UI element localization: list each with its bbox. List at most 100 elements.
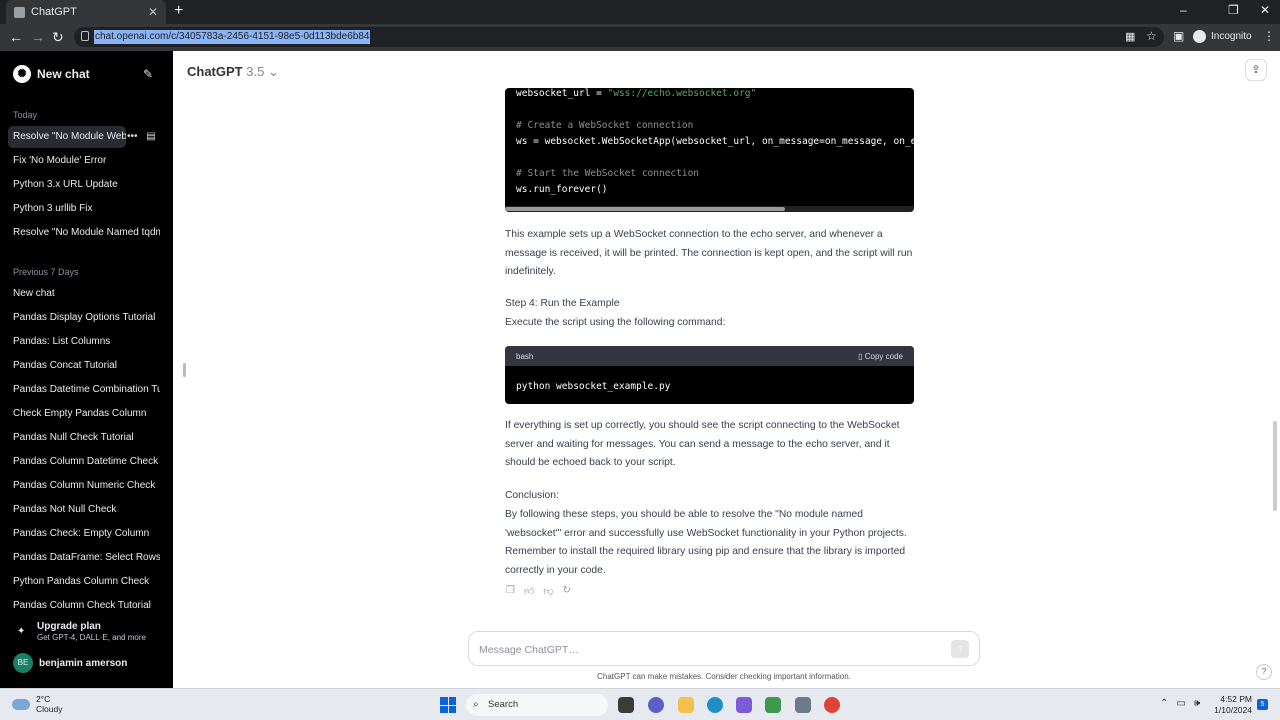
chat-item[interactable]: Check Empty Pandas Column: [8, 403, 160, 425]
chevron-up-icon[interactable]: ⌃: [1160, 698, 1168, 709]
chat-item[interactable]: Pandas: List Columns: [8, 331, 160, 353]
file-explorer-icon[interactable]: [678, 697, 694, 713]
clock[interactable]: 4:52 PM 1/10/2024: [1212, 694, 1252, 716]
network-icon[interactable]: ▭: [1176, 698, 1185, 709]
cloud-icon: [12, 698, 30, 710]
back-icon[interactable]: ←: [9, 29, 23, 45]
scrollbar-thumb[interactable]: [505, 207, 785, 211]
qr-code-icon[interactable]: ▦: [1125, 30, 1135, 43]
weather-widget[interactable]: 2°C Cloudy: [12, 694, 62, 714]
edge-icon[interactable]: [707, 697, 723, 713]
app-icon[interactable]: [736, 697, 752, 713]
chat-item[interactable]: Pandas Column Numeric Check: [8, 475, 160, 497]
search-icon: ⌕: [473, 699, 479, 710]
message-actions: ❐ 👍︎ 👎︎ ↻: [506, 585, 571, 597]
minimize-icon[interactable]: –: [1180, 3, 1187, 17]
code-line: # Start the WebSocket connection: [516, 168, 700, 179]
message-input[interactable]: [479, 642, 939, 658]
restore-icon[interactable]: ❐: [1228, 3, 1239, 17]
chrome-icon[interactable]: [824, 697, 840, 713]
send-button[interactable]: ↑: [951, 640, 969, 658]
code-line: python websocket_example.py: [516, 381, 671, 392]
browser-tab-bar: ChatGPT ✕ + – ❐ ✕: [0, 0, 1280, 24]
code-language: bash: [516, 352, 534, 361]
chat-item[interactable]: Python 3 urllib Fix: [8, 198, 160, 220]
archive-icon[interactable]: ▤: [146, 131, 155, 142]
chat-item[interactable]: Pandas Datetime Combination Tutorial: [8, 379, 160, 401]
chatgpt-favicon-icon: [14, 6, 25, 18]
system-tray: ⌃ ▭ 🕪︎: [1160, 698, 1200, 709]
chat-item[interactable]: Fix 'No Module' Error: [8, 150, 160, 172]
incognito-indicator[interactable]: Incognito: [1193, 30, 1252, 43]
conclusion-heading: Conclusion:: [505, 490, 559, 501]
chat-app-icon[interactable]: [648, 697, 664, 713]
main-panel: ChatGPT 3.5 ⌄ ⇪ websocket_url = "wss://e…: [173, 51, 1280, 688]
tab-title: ChatGPT: [31, 6, 77, 18]
close-tab-icon[interactable]: ✕: [148, 5, 158, 19]
chevron-down-icon: ⌄: [267, 64, 279, 79]
avatar: BE: [13, 653, 33, 673]
chat-item[interactable]: Pandas Not Null Check: [8, 499, 160, 521]
reload-icon[interactable]: ↻: [52, 29, 64, 46]
chat-item[interactable]: New chat: [8, 283, 160, 305]
paragraph: This example sets up a WebSocket connect…: [505, 229, 913, 278]
chat-item[interactable]: Pandas Null Check Tutorial: [8, 427, 160, 449]
url-text[interactable]: chat.openai.com/c/3405783a-2456-4151-98e…: [94, 30, 371, 44]
thumbs-down-icon[interactable]: 👎︎: [543, 585, 553, 597]
page-scrollbar[interactable]: [1273, 421, 1277, 511]
browser-tab[interactable]: ChatGPT ✕: [6, 0, 166, 24]
new-chat-button[interactable]: ✺ New chat: [13, 65, 90, 83]
more-options-icon[interactable]: •••: [127, 131, 138, 142]
chat-item[interactable]: Pandas Concat Tutorial: [8, 355, 160, 377]
clipboard-icon: ▯: [858, 352, 865, 361]
notification-badge[interactable]: 5: [1257, 699, 1268, 710]
code-horizontal-scrollbar[interactable]: [505, 206, 914, 212]
sidebar-toggle-handle[interactable]: [183, 363, 186, 377]
disclaimer-text: ChatGPT can make mistakes. Consider chec…: [597, 672, 851, 681]
chat-item[interactable]: Pandas Column Datetime Check: [8, 451, 160, 473]
chat-item[interactable]: Pandas Check: Empty Column: [8, 523, 160, 545]
paragraph: If everything is set up correctly, you s…: [505, 420, 900, 469]
code-block: bash ▯ Copy code python websocket_exampl…: [505, 346, 914, 404]
windows-taskbar: 2°C Cloudy ⌕ Search ⌃ ▭ 🕪︎ 4:52 PM 1/10/…: [0, 688, 1280, 720]
bookmark-star-icon[interactable]: ☆: [1146, 29, 1157, 43]
task-view-icon[interactable]: [618, 697, 634, 713]
code-header: bash ▯ Copy code: [505, 346, 914, 366]
compose-icon[interactable]: ✎: [143, 67, 153, 81]
volume-icon[interactable]: 🕪︎: [1194, 698, 1200, 709]
new-tab-button[interactable]: +: [174, 2, 183, 20]
chat-item[interactable]: Pandas DataFrame: Select Rows: [8, 547, 160, 569]
step-heading: Step 4: Run the Example: [505, 298, 620, 309]
copy-code-button[interactable]: ▯ Copy code: [858, 352, 903, 361]
section-label-previous-7-days: Previous 7 Days: [13, 267, 79, 277]
chat-item[interactable]: Resolve "No Module WebSocket": [8, 126, 126, 148]
model-selector[interactable]: ChatGPT 3.5 ⌄: [187, 64, 279, 80]
copy-icon[interactable]: ❐: [506, 585, 515, 597]
code-line: ws.run_forever(): [516, 184, 608, 195]
app-icon[interactable]: [765, 697, 781, 713]
chat-item[interactable]: Pandas Display Options Tutorial: [8, 307, 160, 329]
openai-logo-icon: ✺: [13, 65, 31, 83]
help-button[interactable]: ?: [1256, 664, 1272, 680]
forward-icon[interactable]: →: [31, 29, 45, 45]
taskbar-search[interactable]: ⌕ Search: [466, 694, 608, 716]
chat-item[interactable]: Pandas Column Check Tutorial: [8, 595, 160, 617]
app-icon[interactable]: [795, 697, 811, 713]
share-icon[interactable]: ⇪: [1245, 59, 1267, 81]
user-menu[interactable]: BE benjamin amerson: [13, 653, 127, 673]
chat-item-actions: ••• ▤: [127, 131, 156, 142]
code-line: ws = websocket.WebSocketApp(websocket_ur…: [516, 136, 914, 147]
side-panel-icon[interactable]: ▣: [1173, 29, 1184, 43]
menu-kebab-icon[interactable]: ⋮: [1263, 29, 1275, 43]
chat-item[interactable]: Python Pandas Column Check: [8, 571, 160, 593]
start-icon[interactable]: [440, 697, 456, 713]
thumbs-up-icon[interactable]: 👍︎: [524, 585, 534, 597]
site-info-icon[interactable]: [81, 31, 89, 41]
chat-item[interactable]: Python 3.x URL Update: [8, 174, 160, 196]
chat-item[interactable]: Resolve "No Module Named tqdm": [8, 222, 160, 244]
incognito-label: Incognito: [1211, 31, 1252, 42]
paragraph: Execute the script using the following c…: [505, 317, 726, 328]
sidebar: ✺ New chat ✎ Today Resolve "No Module We…: [0, 51, 173, 688]
window-close-icon[interactable]: ✕: [1260, 3, 1270, 17]
regenerate-icon[interactable]: ↻: [563, 585, 571, 597]
